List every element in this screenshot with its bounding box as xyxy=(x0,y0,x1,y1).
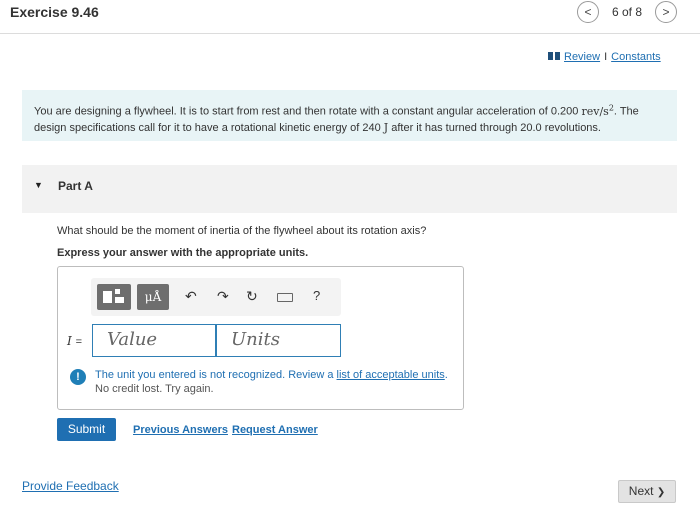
units-input[interactable]: Units xyxy=(216,324,341,357)
help-icon[interactable]: ? xyxy=(313,288,320,303)
undo-icon[interactable]: ↶ xyxy=(185,288,197,305)
answer-box: μÅ ↶ ↷ ↻ ? I = Value Units ! The unit yo… xyxy=(57,266,464,410)
error-subtext: No credit lost. Try again. xyxy=(95,383,214,395)
chevron-right-icon: ❯ xyxy=(656,487,666,498)
header-bar: Exercise 9.46 < 6 of 8 > xyxy=(0,0,700,34)
problem-statement: You are designing a flywheel. It is to s… xyxy=(22,90,677,141)
reset-icon[interactable]: ↻ xyxy=(246,288,258,305)
part-a-header[interactable]: ▼ Part A xyxy=(22,165,677,213)
part-label: Part A xyxy=(58,179,93,193)
acceptable-units-link[interactable]: list of acceptable units xyxy=(337,369,445,381)
next-button[interactable]: Next ❯ xyxy=(618,480,676,503)
templates-icon[interactable] xyxy=(97,284,131,310)
chevron-left-icon: < xyxy=(584,5,592,19)
previous-answers-link[interactable]: Previous Answers xyxy=(133,424,228,436)
resource-links: Review I Constants xyxy=(548,51,661,63)
book-icon xyxy=(548,52,560,60)
next-exercise-button[interactable]: > xyxy=(655,1,677,23)
problem-text: after it has turned through 20.0 revolut… xyxy=(388,121,601,134)
redo-icon[interactable]: ↷ xyxy=(217,288,229,305)
problem-text: You are designing a flywheel. It is to s… xyxy=(34,105,582,118)
provide-feedback-link[interactable]: Provide Feedback xyxy=(22,479,119,493)
review-link[interactable]: Review xyxy=(564,51,600,63)
instruction-text: Express your answer with the appropriate… xyxy=(57,247,309,259)
keyboard-icon[interactable] xyxy=(277,293,293,302)
exercise-title: Exercise 9.46 xyxy=(10,4,99,20)
exclamation-icon: ! xyxy=(70,369,86,385)
page-counter: 6 of 8 xyxy=(612,5,643,19)
answer-variable-label: I = xyxy=(67,334,83,348)
prev-exercise-button[interactable]: < xyxy=(577,1,599,23)
link-separator: I xyxy=(604,51,608,63)
units-icon[interactable]: μÅ xyxy=(137,284,169,310)
chevron-right-icon: > xyxy=(662,5,670,19)
math-toolbar: μÅ ↶ ↷ ↻ ? xyxy=(91,278,341,316)
value-input[interactable]: Value xyxy=(92,324,216,357)
error-message: The unit you entered is not recognized. … xyxy=(95,369,448,381)
request-answer-link[interactable]: Request Answer xyxy=(232,424,318,436)
submit-button[interactable]: Submit xyxy=(57,418,116,441)
question-text: What should be the moment of inertia of … xyxy=(57,225,427,237)
caret-down-icon[interactable]: ▼ xyxy=(34,180,43,190)
constants-link[interactable]: Constants xyxy=(611,51,661,63)
accel-unit: rev/s2 xyxy=(581,103,614,118)
